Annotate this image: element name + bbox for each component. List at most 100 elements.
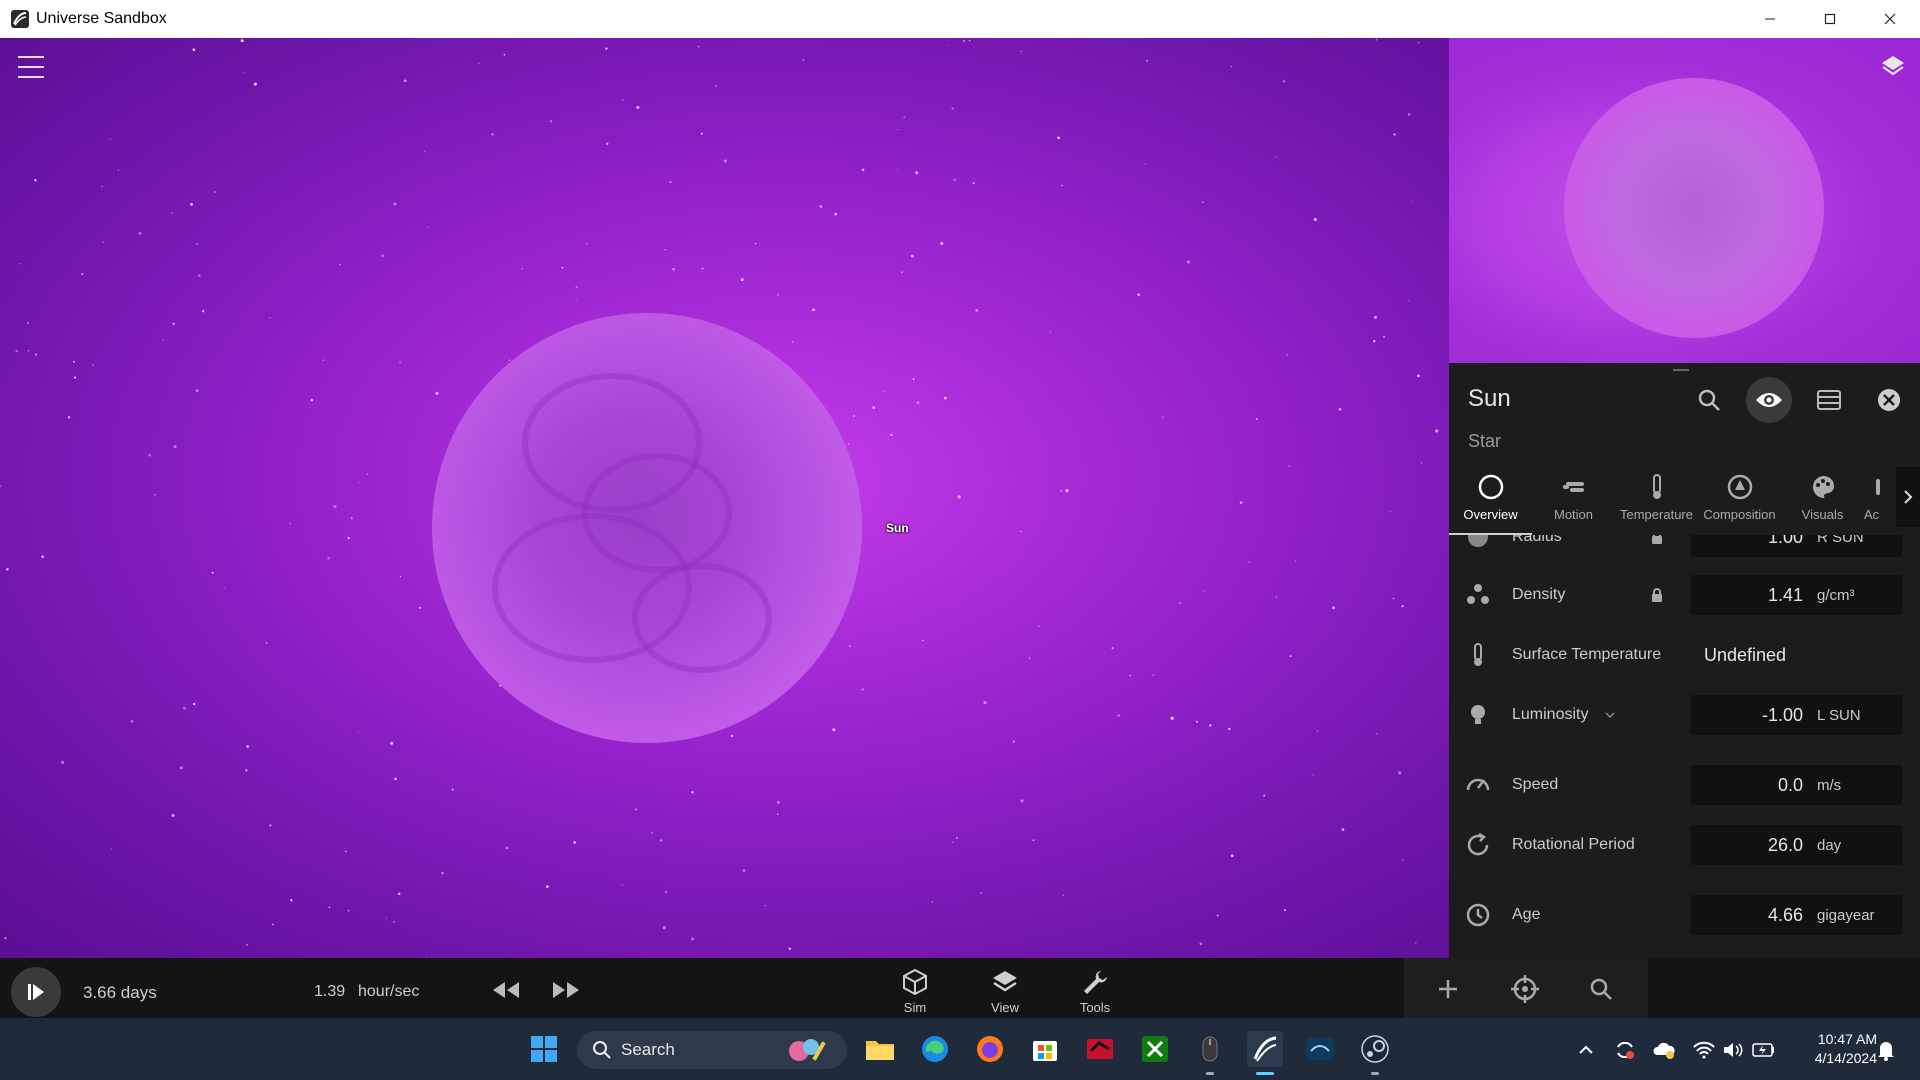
focus-view-button[interactable] bbox=[1746, 377, 1792, 423]
onedrive-tray-icon[interactable] bbox=[1652, 1038, 1676, 1062]
radius-input[interactable]: 1.00 R SUN bbox=[1691, 535, 1902, 557]
star bbox=[451, 788, 454, 791]
notifications-button[interactable] bbox=[1874, 1038, 1898, 1062]
add-object-button[interactable] bbox=[1433, 974, 1463, 1004]
layers-icon[interactable] bbox=[1880, 54, 1906, 80]
tab-overview[interactable]: Overview bbox=[1449, 467, 1532, 535]
volume-tray-icon[interactable] bbox=[1721, 1038, 1745, 1062]
star bbox=[347, 910, 350, 912]
find-object-button[interactable] bbox=[1686, 377, 1732, 423]
show-hidden-icons-button[interactable] bbox=[1574, 1038, 1598, 1062]
star bbox=[802, 59, 805, 62]
cloud-warning-icon bbox=[1653, 1042, 1675, 1059]
wifi-icon bbox=[1693, 1041, 1715, 1059]
star bbox=[1421, 462, 1423, 464]
play-button[interactable] bbox=[11, 967, 61, 1017]
star bbox=[366, 473, 368, 475]
tab-visuals[interactable]: Visuals bbox=[1781, 467, 1864, 535]
wifi-tray-icon[interactable] bbox=[1692, 1038, 1716, 1062]
star bbox=[812, 308, 815, 312]
star bbox=[897, 128, 899, 131]
panel-layout-button[interactable] bbox=[1806, 377, 1852, 423]
star bbox=[179, 766, 183, 770]
star bbox=[1411, 200, 1413, 203]
menu-view[interactable]: View bbox=[975, 968, 1035, 1018]
menu-tools[interactable]: Tools bbox=[1065, 968, 1125, 1018]
tabs-scroll-right-button[interactable] bbox=[1896, 467, 1920, 527]
star bbox=[1286, 354, 1288, 356]
star bbox=[193, 702, 196, 706]
xbox-app[interactable] bbox=[1137, 1031, 1173, 1067]
main-menu-button[interactable] bbox=[18, 56, 44, 78]
file-explorer-app[interactable] bbox=[862, 1031, 898, 1067]
microsoft-store-app[interactable] bbox=[1027, 1031, 1063, 1067]
search-objects-button[interactable] bbox=[1586, 974, 1616, 1004]
panel-drag-handle[interactable] bbox=[1673, 369, 1689, 371]
firefox-app[interactable] bbox=[972, 1031, 1008, 1067]
tab-motion[interactable]: Motion bbox=[1532, 467, 1615, 535]
star bbox=[1057, 136, 1060, 140]
star bbox=[81, 273, 84, 276]
star bbox=[394, 777, 397, 781]
menu-sim[interactable]: Sim bbox=[885, 968, 945, 1018]
star bbox=[669, 180, 672, 184]
sync-tray-icon[interactable] bbox=[1613, 1038, 1637, 1062]
luminosity-input[interactable]: -1.00 L SUN bbox=[1691, 695, 1902, 735]
mouse-app[interactable] bbox=[1192, 1031, 1228, 1067]
recenter-button[interactable] bbox=[1510, 974, 1540, 1004]
plus-icon bbox=[1439, 980, 1457, 998]
simulation-viewport[interactable]: Sun bbox=[0, 38, 1449, 958]
star bbox=[1111, 647, 1114, 650]
star bbox=[505, 846, 509, 850]
rewind-button[interactable] bbox=[490, 976, 522, 1004]
start-button[interactable] bbox=[526, 1031, 562, 1067]
star bbox=[1137, 293, 1140, 296]
star bbox=[776, 813, 779, 815]
battery-tray-icon[interactable] bbox=[1752, 1038, 1776, 1062]
minimize-button[interactable] bbox=[1740, 0, 1800, 38]
edge-app[interactable] bbox=[917, 1031, 953, 1067]
time-rate-unit[interactable]: hour/sec bbox=[358, 983, 419, 1001]
tab-temperature[interactable]: Temperature bbox=[1615, 467, 1698, 535]
properties-list: Radius 1.00 R SUN Density 1.41 g/cm³ Sur… bbox=[1449, 535, 1920, 958]
star bbox=[390, 741, 394, 745]
taskbar-clock[interactable]: 10:47 AM 4/14/2024 bbox=[1787, 1030, 1877, 1068]
game-app[interactable] bbox=[1082, 1031, 1118, 1067]
steam-app[interactable] bbox=[1357, 1031, 1393, 1067]
rotational-period-input[interactable]: 26.0 day bbox=[1691, 825, 1902, 865]
taskbar-search[interactable]: Search bbox=[577, 1031, 847, 1069]
star bbox=[171, 814, 175, 817]
sun-object-label[interactable]: Sun bbox=[886, 521, 909, 535]
star bbox=[819, 205, 823, 208]
star bbox=[549, 120, 552, 123]
chevron-down-icon[interactable] bbox=[1604, 711, 1616, 719]
star bbox=[1312, 774, 1314, 776]
lock-icon[interactable] bbox=[1649, 535, 1665, 545]
sun-body[interactable] bbox=[432, 313, 862, 743]
tab-composition[interactable]: Composition bbox=[1698, 467, 1781, 535]
star bbox=[0, 485, 2, 488]
universe-sandbox-app[interactable] bbox=[1247, 1031, 1283, 1067]
close-panel-button[interactable] bbox=[1866, 377, 1912, 423]
speed-input[interactable]: 0.0 m/s bbox=[1691, 765, 1902, 805]
star bbox=[418, 606, 421, 610]
age-input[interactable]: 4.66 gigayear bbox=[1691, 895, 1902, 935]
star bbox=[698, 45, 700, 48]
star bbox=[1186, 260, 1190, 264]
density-input[interactable]: 1.41 g/cm³ bbox=[1691, 575, 1902, 615]
fast-forward-button[interactable] bbox=[550, 976, 582, 1004]
lock-icon[interactable] bbox=[1649, 587, 1665, 603]
star bbox=[399, 575, 402, 578]
close-window-button[interactable] bbox=[1860, 0, 1920, 38]
star bbox=[861, 688, 864, 691]
star bbox=[61, 760, 65, 764]
window-title: Universe Sandbox bbox=[36, 10, 167, 27]
star bbox=[117, 169, 120, 171]
star bbox=[338, 263, 341, 266]
disney-plus-app[interactable] bbox=[1302, 1031, 1338, 1067]
star bbox=[972, 182, 975, 185]
star bbox=[269, 317, 271, 319]
maximize-button[interactable] bbox=[1800, 0, 1860, 38]
time-rate-value[interactable]: 1.39 bbox=[314, 983, 345, 1001]
star bbox=[910, 254, 914, 258]
